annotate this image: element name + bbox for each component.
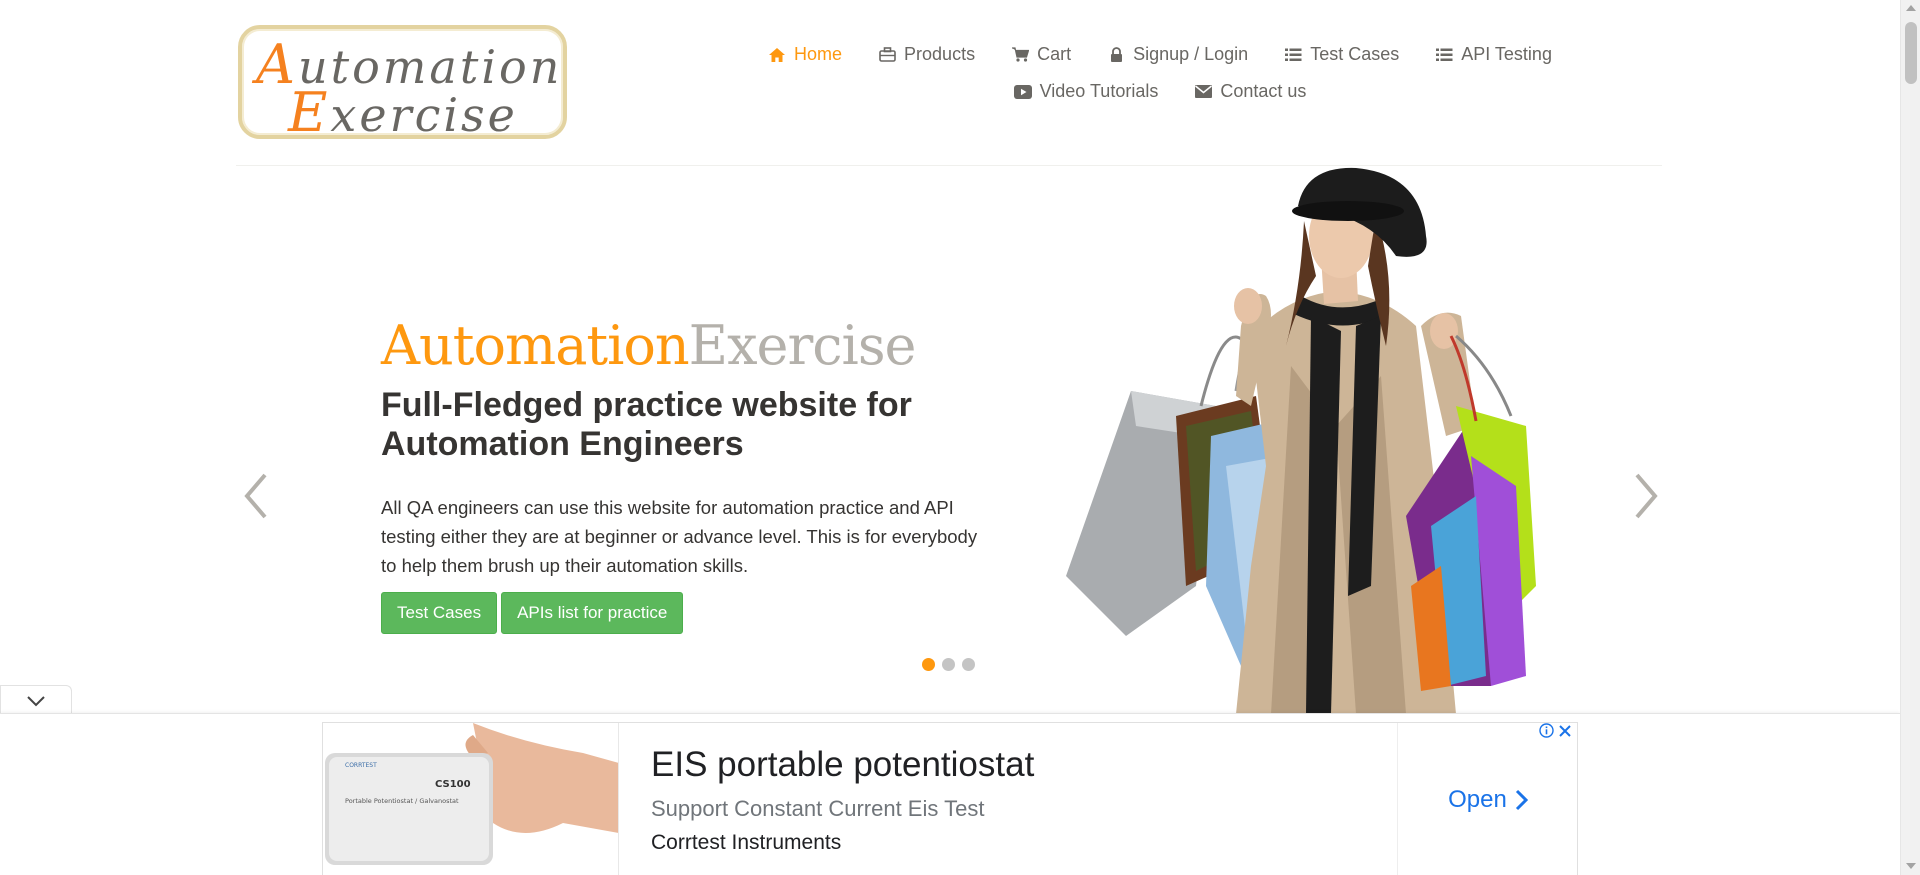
chevron-left-icon (244, 473, 267, 519)
site-logo[interactable]: Automation Exercise (238, 25, 567, 144)
test-cases-button[interactable]: Test Cases (381, 592, 498, 634)
home-icon (768, 47, 786, 63)
youtube-play-icon (1013, 84, 1032, 100)
slider-dot-1[interactable] (922, 658, 935, 671)
apis-list-button[interactable]: APIs list for practice (501, 592, 684, 634)
slider-brand: AutomationExercise (381, 314, 917, 377)
hero-image-shopping-girl (1066, 167, 1536, 714)
chevron-right-icon (1635, 473, 1658, 519)
ad-collapse-button[interactable] (0, 685, 72, 715)
slider-headline: Full-Fledged practice website for Automa… (381, 386, 912, 463)
scrollbar-thumb[interactable] (1905, 22, 1917, 84)
ad-title[interactable]: EIS portable potentiostat (651, 745, 1034, 785)
scroll-down-arrow-icon[interactable] (1906, 863, 1916, 869)
slider-dot-2[interactable] (942, 658, 955, 671)
list-icon (1284, 47, 1302, 63)
ad-banner: CORRTEST CS100 Portable Potentiostat / G… (0, 713, 1900, 875)
hero-slider: AutomationExercise Full-Fledged practice… (236, 166, 1662, 714)
lock-icon (1107, 47, 1125, 63)
main-nav: Home Products Cart Signup / Login Test C… (700, 36, 1620, 110)
nav-label: Contact us (1220, 81, 1307, 101)
nav-item-contact-us[interactable]: Contact us (1176, 81, 1324, 102)
scroll-up-arrow-icon[interactable] (1906, 5, 1916, 11)
slider-next-button[interactable] (1626, 466, 1666, 526)
brand-part-orange: Automation (381, 314, 690, 377)
nav-label: Home (794, 44, 843, 64)
page-scrollbar[interactable] (1900, 0, 1920, 875)
list-icon (1435, 47, 1453, 63)
nav-row-2: Video Tutorials Contact us (700, 73, 1620, 110)
nav-item-signup-login[interactable]: Signup / Login (1089, 44, 1266, 65)
slider-dot-3[interactable] (962, 658, 975, 671)
ad-subtitle: Support Constant Current Eis Test (651, 796, 985, 821)
ad-device-caption: Portable Potentiostat / Galvanostat (345, 797, 459, 805)
site-header: Automation Exercise Home Products Cart S… (0, 0, 1900, 166)
ad-content[interactable]: CORRTEST CS100 Portable Potentiostat / G… (322, 722, 1578, 875)
nav-item-products[interactable]: Products (860, 44, 993, 65)
ad-open-label: Open (1448, 786, 1507, 813)
slider-indicators (922, 658, 975, 671)
potentiostat-device-image: CORRTEST CS100 Portable Potentiostat / G… (325, 723, 618, 865)
ad-device-brand: CORRTEST (345, 762, 377, 769)
nav-item-home[interactable]: Home (750, 44, 860, 65)
envelope-icon (1194, 84, 1212, 100)
ad-product-image: CORRTEST CS100 Portable Potentiostat / G… (323, 723, 619, 875)
ad-open-button[interactable]: Open (1397, 723, 1579, 875)
nav-item-video-tutorials[interactable]: Video Tutorials (996, 81, 1177, 102)
page: Automation Exercise Home Products Cart S… (0, 0, 1920, 875)
nav-label: Test Cases (1310, 44, 1400, 64)
nav-label: API Testing (1461, 44, 1552, 64)
ad-advertiser: Corrtest Instruments (651, 831, 842, 854)
logo-text: xercise (330, 88, 518, 142)
ad-info-icon[interactable] (1539, 723, 1554, 738)
nav-row-1: Home Products Cart Signup / Login Test C… (700, 36, 1620, 73)
logo-letter: E (288, 81, 331, 144)
briefcase-icon (878, 47, 896, 63)
ad-device-model: CS100 (435, 779, 471, 790)
chevron-right-icon (1515, 789, 1528, 811)
nav-item-api-testing[interactable]: API Testing (1417, 44, 1570, 65)
nav-label: Signup / Login (1133, 44, 1249, 64)
cart-icon (1011, 47, 1029, 63)
slider-prev-button[interactable] (236, 466, 276, 526)
brand-part-grey: Exercise (688, 314, 917, 377)
ad-close-icon[interactable] (1558, 724, 1572, 738)
chevron-down-icon (27, 695, 45, 706)
nav-item-test-cases[interactable]: Test Cases (1266, 44, 1417, 65)
nav-label: Products (904, 44, 976, 64)
nav-label: Video Tutorials (1039, 81, 1159, 101)
nav-item-cart[interactable]: Cart (993, 44, 1089, 65)
logo-line-2: Exercise (288, 81, 518, 144)
slider-description: All QA engineers can use this website fo… (381, 497, 978, 576)
ad-controls (1539, 723, 1572, 738)
slider-buttons: Test Cases APIs list for practice (381, 592, 684, 634)
nav-label: Cart (1037, 44, 1072, 64)
